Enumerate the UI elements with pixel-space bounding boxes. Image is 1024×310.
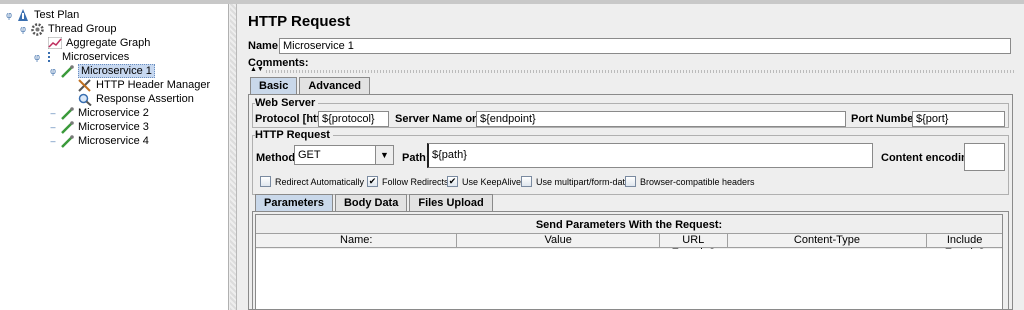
- tree-node-test-plan[interactable]: φ Test Plan: [4, 8, 79, 22]
- column-header-url-encode[interactable]: URL Encode?: [660, 234, 728, 259]
- checkbox-label: Follow Redirects: [382, 176, 449, 187]
- method-select[interactable]: GET ▼: [294, 145, 394, 165]
- checkbox-box[interactable]: [625, 176, 636, 187]
- tree-node-http-header-manager[interactable]: HTTP Header Manager: [66, 78, 210, 92]
- name-field[interactable]: Microservice 1: [279, 38, 1011, 54]
- column-header-include-equals[interactable]: Include Equals?: [927, 234, 1002, 259]
- chevron-down-icon[interactable]: ▼: [375, 146, 393, 164]
- server-name-field[interactable]: ${endpoint}: [476, 111, 846, 127]
- tab-parameters[interactable]: Parameters: [255, 194, 333, 211]
- tab-basic[interactable]: Basic: [250, 77, 298, 94]
- controller-icon: [44, 51, 58, 64]
- checkbox-label: Browser-compatible headers: [640, 176, 755, 187]
- tree-node-label: Microservice 2: [78, 107, 149, 119]
- column-header-name[interactable]: Name:: [256, 234, 458, 247]
- path-label: Path:: [402, 152, 430, 164]
- checkbox-label: Use KeepAlive: [462, 176, 522, 187]
- pipette-icon: [60, 134, 74, 148]
- column-header-value[interactable]: Value: [457, 234, 660, 247]
- http-request-panel: HTTP Request Name: Microservice 1 Commen…: [238, 4, 1024, 310]
- checkbox-box[interactable]: ✔: [447, 176, 458, 187]
- config-tabbar: Basic Advanced: [250, 77, 372, 94]
- tree-node-microservice-1[interactable]: φ Microservice 1: [48, 64, 155, 78]
- checkbox-box[interactable]: [260, 176, 271, 187]
- pipette-icon: [60, 64, 74, 78]
- tree-node-microservice-4[interactable]: – Microservice 4: [48, 134, 149, 148]
- tree-node-label: Microservice 4: [78, 135, 149, 147]
- tab-files-upload[interactable]: Files Upload: [409, 194, 493, 211]
- tab-body-data[interactable]: Body Data: [334, 194, 408, 211]
- tree-toggle[interactable]: φ: [48, 66, 58, 76]
- method-value: GET: [298, 149, 321, 161]
- column-header-content-type[interactable]: Content-Type: [728, 234, 928, 247]
- follow-redirects-checkbox[interactable]: ✔ Follow Redirects: [367, 176, 449, 187]
- tools-icon: [78, 78, 92, 92]
- request-tabbar: Parameters Body Data Files Upload: [255, 194, 495, 211]
- tree-toggle[interactable]: –: [48, 108, 58, 118]
- tree-node-label: Microservice 3: [78, 121, 149, 133]
- page-title: HTTP Request: [248, 13, 351, 30]
- table-body[interactable]: [256, 249, 1002, 309]
- checkbox-box[interactable]: ✔: [367, 176, 378, 187]
- test-plan-tree: φ Test Plan φ Thread Group Aggregate Gra…: [0, 4, 229, 310]
- tree-node-label: Microservices: [62, 51, 130, 63]
- port-number-field[interactable]: ${port}: [912, 111, 1005, 127]
- redirect-automatically-checkbox[interactable]: Redirect Automatically: [260, 176, 364, 187]
- comments-divider: [266, 70, 1014, 73]
- tree-node-response-assertion[interactable]: Response Assertion: [66, 92, 194, 106]
- parameters-table: Send Parameters With the Request: Name: …: [255, 214, 1003, 310]
- split-pane-divider[interactable]: [230, 4, 237, 310]
- magnifier-icon: [78, 93, 92, 106]
- tree-node-microservice-3[interactable]: – Microservice 3: [48, 120, 149, 134]
- tree-node-label: Thread Group: [48, 23, 117, 35]
- checkbox-box[interactable]: [521, 176, 532, 187]
- name-label: Name:: [248, 40, 282, 52]
- gear-icon: [30, 22, 44, 36]
- tree-node-label: Response Assertion: [96, 93, 194, 105]
- tree-toggle[interactable]: φ: [4, 10, 14, 20]
- tab-advanced[interactable]: Advanced: [299, 77, 370, 94]
- http-request-section-title: HTTP Request: [255, 129, 333, 141]
- tree-node-microservice-2[interactable]: – Microservice 2: [48, 106, 149, 120]
- table-header: Name: Value URL Encode? Content-Type Inc…: [256, 233, 1002, 259]
- use-multipart-checkbox[interactable]: Use multipart/form-data: [521, 176, 630, 187]
- tree-node-label: Test Plan: [34, 9, 80, 21]
- checkbox-label: Redirect Automatically: [275, 176, 365, 187]
- path-field[interactable]: ${path}: [427, 143, 873, 168]
- use-keepalive-checkbox[interactable]: ✔ Use KeepAlive: [447, 176, 521, 187]
- tree-toggle[interactable]: φ: [18, 24, 28, 34]
- test-plan-icon: [16, 8, 30, 22]
- browser-compatible-headers-checkbox[interactable]: Browser-compatible headers: [625, 176, 755, 187]
- tree-toggle[interactable]: –: [48, 136, 58, 146]
- tree-node-label: Aggregate Graph: [66, 37, 151, 49]
- tree-toggle[interactable]: –: [48, 122, 58, 132]
- pipette-icon: [60, 120, 74, 134]
- comments-collapse-icon[interactable]: ▲▼: [250, 66, 264, 73]
- checkbox-label: Use multipart/form-data: [536, 176, 631, 187]
- pipette-icon: [60, 106, 74, 120]
- tree-node-label: Microservice 1: [78, 64, 155, 78]
- protocol-field[interactable]: ${protocol}: [318, 111, 389, 127]
- tree-node-aggregate-graph[interactable]: Aggregate Graph: [36, 36, 150, 50]
- parameters-table-caption: Send Parameters With the Request:: [535, 219, 723, 231]
- tree-node-thread-group[interactable]: φ Thread Group: [18, 22, 116, 36]
- port-number-label: Port Number:: [851, 113, 922, 125]
- web-server-title: Web Server: [255, 97, 319, 109]
- content-encoding-field[interactable]: [964, 143, 1005, 171]
- graph-icon: [48, 37, 62, 50]
- tree-node-label: HTTP Header Manager: [96, 79, 211, 91]
- tree-toggle[interactable]: φ: [32, 52, 42, 62]
- method-label: Method:: [256, 152, 299, 164]
- tree-node-microservices[interactable]: φ Microservices: [32, 50, 129, 64]
